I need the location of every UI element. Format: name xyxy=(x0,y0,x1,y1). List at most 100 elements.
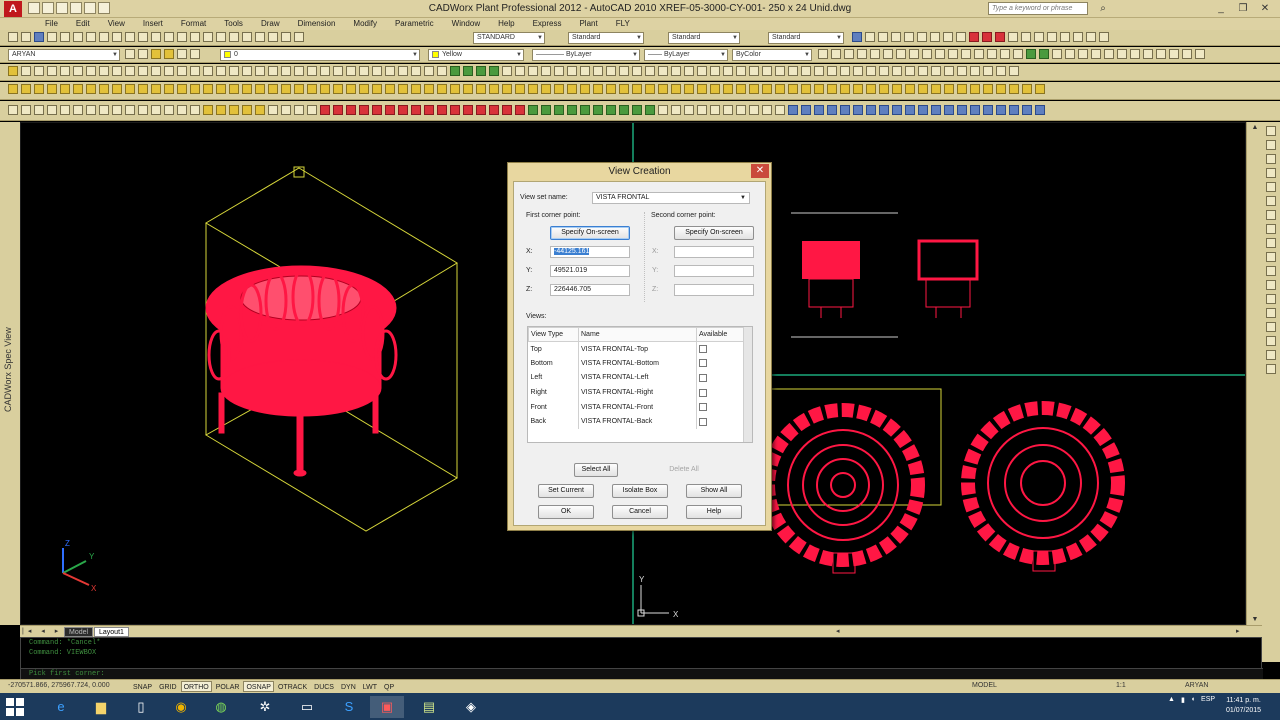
lineweight-combo[interactable]: ―― ByLayer ▼ xyxy=(644,49,728,61)
tray-arrow-icon[interactable]: ▲ xyxy=(1168,696,1175,704)
plant-tool-9-icon[interactable] xyxy=(922,49,932,59)
plant-coupling-icon[interactable] xyxy=(567,66,577,76)
palette-tool-6-icon[interactable] xyxy=(1266,196,1276,206)
piping-33-icon[interactable] xyxy=(424,84,434,94)
plant-vessel-icon[interactable] xyxy=(671,66,681,76)
design-center-icon[interactable] xyxy=(229,32,239,42)
piping-40-icon[interactable] xyxy=(515,84,525,94)
line-icon[interactable] xyxy=(8,66,18,76)
internet-explorer-icon[interactable]: e xyxy=(44,696,78,718)
piping-22-icon[interactable] xyxy=(281,84,291,94)
text-style-combo[interactable]: STANDARD ▼ xyxy=(473,32,545,44)
palette-tool-15-icon[interactable] xyxy=(1266,322,1276,332)
isolate-box-button[interactable]: Isolate Box xyxy=(612,484,668,498)
plant-slope-icon[interactable] xyxy=(970,66,980,76)
scroll-up-icon[interactable]: ▲ xyxy=(1247,124,1263,131)
piping-76-icon[interactable] xyxy=(983,84,993,94)
plant-tool-21-icon[interactable] xyxy=(1078,49,1088,59)
copy-object-icon[interactable] xyxy=(255,66,265,76)
piping-42-icon[interactable] xyxy=(541,84,551,94)
plant-report-icon[interactable] xyxy=(918,66,928,76)
available-checkbox[interactable] xyxy=(699,373,707,382)
struct-60-icon[interactable] xyxy=(775,105,785,115)
tab-layout1[interactable]: Layout1 xyxy=(94,627,129,637)
struct-49-icon[interactable] xyxy=(632,105,642,115)
ucs-zaxis-icon[interactable] xyxy=(943,32,953,42)
struct-13-icon[interactable] xyxy=(164,105,174,115)
struct-63-icon[interactable] xyxy=(814,105,824,115)
redo-icon[interactable] xyxy=(151,32,161,42)
menu-help[interactable]: Help xyxy=(489,18,523,30)
plant-tool-11-icon[interactable] xyxy=(948,49,958,59)
struct-55-icon[interactable] xyxy=(710,105,720,115)
struct-29-icon[interactable] xyxy=(372,105,382,115)
plant-export-icon[interactable] xyxy=(827,66,837,76)
struct-16-icon[interactable] xyxy=(203,105,213,115)
menu-format[interactable]: Format xyxy=(172,18,215,30)
piping-41-icon[interactable] xyxy=(528,84,538,94)
continuous-orbit-icon[interactable] xyxy=(1060,32,1070,42)
plant-stair-icon[interactable] xyxy=(710,66,720,76)
struct-48-icon[interactable] xyxy=(619,105,629,115)
qnew-icon[interactable] xyxy=(8,32,18,42)
struct-31-icon[interactable] xyxy=(398,105,408,115)
restore-button[interactable]: ❐ xyxy=(1232,1,1254,16)
save-icon[interactable] xyxy=(34,32,44,42)
mode-grid-toggle[interactable]: GRID xyxy=(156,681,180,692)
undo-icon[interactable] xyxy=(138,32,148,42)
rotate-icon[interactable] xyxy=(320,66,330,76)
piping-39-icon[interactable] xyxy=(502,84,512,94)
struct-40-icon[interactable] xyxy=(515,105,525,115)
ucs-previous-icon[interactable] xyxy=(878,32,888,42)
plant-flange-icon[interactable] xyxy=(502,66,512,76)
struct-61-icon[interactable] xyxy=(788,105,798,115)
palette-tool-8-icon[interactable] xyxy=(1266,224,1276,234)
struct-33-icon[interactable] xyxy=(424,105,434,115)
piping-56-icon[interactable] xyxy=(723,84,733,94)
offset-icon[interactable] xyxy=(281,66,291,76)
struct-4-icon[interactable] xyxy=(47,105,57,115)
hscroll-left-icon[interactable]: ◂ xyxy=(836,627,840,635)
piping-10-icon[interactable] xyxy=(125,84,135,94)
plant-tool-3-icon[interactable] xyxy=(844,49,854,59)
struct-36-icon[interactable] xyxy=(463,105,473,115)
plant-route-icon[interactable] xyxy=(957,66,967,76)
palette-tool-11-icon[interactable] xyxy=(1266,266,1276,276)
views-table[interactable]: View Type Name Available Top VISTA FRONT… xyxy=(527,326,753,443)
ucs-view-icon[interactable] xyxy=(917,32,927,42)
spline-icon[interactable] xyxy=(112,66,122,76)
piping-2-icon[interactable] xyxy=(21,84,31,94)
piping-38-icon[interactable] xyxy=(489,84,499,94)
layer-on-icon[interactable] xyxy=(151,49,161,59)
select-all-button[interactable]: Select All xyxy=(574,463,618,477)
palette-tool-7-icon[interactable] xyxy=(1266,210,1276,220)
available-checkbox[interactable] xyxy=(699,403,707,412)
available-checkbox[interactable] xyxy=(699,388,707,397)
struct-64-icon[interactable] xyxy=(827,105,837,115)
struct-1-icon[interactable] xyxy=(8,105,18,115)
struct-2-icon[interactable] xyxy=(21,105,31,115)
plant-nipple-icon[interactable] xyxy=(606,66,616,76)
menu-parametric[interactable]: Parametric xyxy=(386,18,443,30)
move-icon[interactable] xyxy=(307,66,317,76)
plant-tool-10-icon[interactable] xyxy=(935,49,945,59)
plant-tool-23-icon[interactable] xyxy=(1104,49,1114,59)
struct-45-icon[interactable] xyxy=(580,105,590,115)
palette-tool-4-icon[interactable] xyxy=(1266,168,1276,178)
piping-37-icon[interactable] xyxy=(476,84,486,94)
struct-72-icon[interactable] xyxy=(931,105,941,115)
plant-tool-18-icon[interactable] xyxy=(1039,49,1049,59)
menu-edit[interactable]: Edit xyxy=(67,18,99,30)
struct-5-icon[interactable] xyxy=(60,105,70,115)
mode-ortho-toggle[interactable]: ORTHO xyxy=(180,681,212,692)
piping-3-icon[interactable] xyxy=(34,84,44,94)
struct-18-icon[interactable] xyxy=(229,105,239,115)
workspace-switch[interactable]: ARYAN xyxy=(1185,682,1208,689)
plant-handrail-icon[interactable] xyxy=(723,66,733,76)
menu-dimension[interactable]: Dimension xyxy=(289,18,345,30)
struct-51-icon[interactable] xyxy=(658,105,668,115)
plant-insulation-icon[interactable] xyxy=(983,66,993,76)
col-name[interactable]: Name xyxy=(578,327,697,342)
ucs-3point-icon[interactable] xyxy=(956,32,966,42)
palette-tool-14-icon[interactable] xyxy=(1266,308,1276,318)
